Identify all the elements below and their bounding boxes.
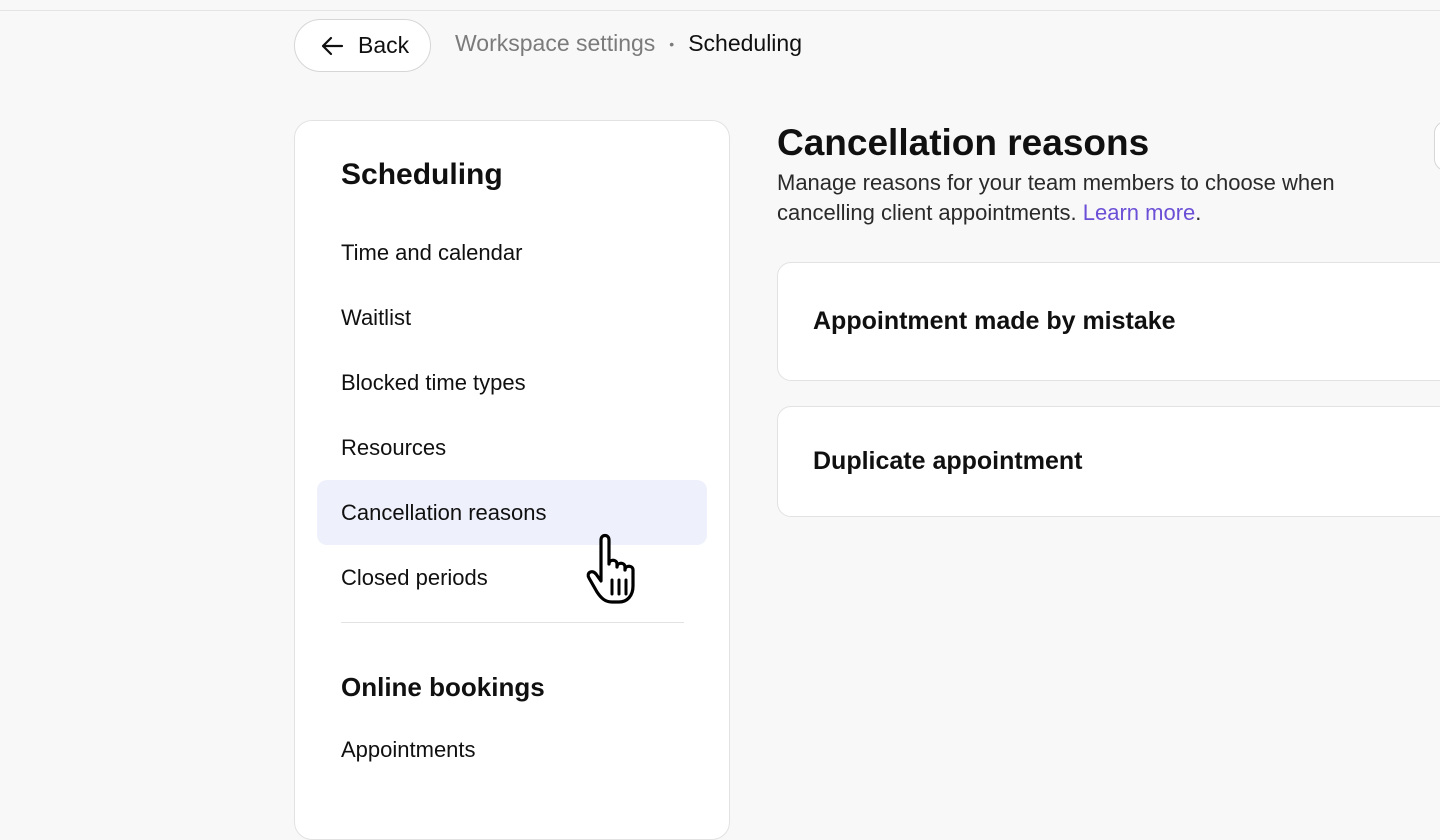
reason-label: Appointment made by mistake [813, 307, 1176, 335]
back-button-label: Back [358, 32, 410, 58]
arrow-left-icon [321, 36, 344, 55]
nav-divider [341, 622, 684, 623]
reason-label: Duplicate appointment [813, 447, 1083, 475]
nav-item-time-and-calendar[interactable]: Time and calendar [317, 220, 707, 285]
page-description: Manage reasons for your team members to … [777, 168, 1377, 228]
page-description-period: . [1195, 200, 1202, 225]
learn-more-link[interactable]: Learn more [1083, 200, 1196, 225]
nav-item-blocked-time-types[interactable]: Blocked time types [317, 350, 707, 415]
nav-section-heading-scheduling: Scheduling [341, 158, 503, 191]
reason-card[interactable]: Duplicate appointment [777, 406, 1440, 517]
nav-item-waitlist[interactable]: Waitlist [317, 285, 707, 350]
back-button[interactable]: Back [294, 19, 431, 72]
settings-nav-card: Scheduling Time and calendar Waitlist Bl… [294, 120, 730, 840]
nav-item-appointments[interactable]: Appointments [317, 717, 707, 782]
top-divider [0, 10, 1440, 11]
breadcrumb-separator: • [669, 35, 675, 52]
reason-card[interactable]: Appointment made by mistake [777, 262, 1440, 381]
breadcrumb-current: Scheduling [688, 30, 802, 56]
main-content: Cancellation reasons Manage reasons for … [777, 120, 1440, 228]
breadcrumb: Workspace settings • Scheduling [455, 30, 802, 57]
nav-item-cancellation-reasons[interactable]: Cancellation reasons [317, 480, 707, 545]
nav-item-closed-periods[interactable]: Closed periods [317, 545, 707, 610]
page-description-text: Manage reasons for your team members to … [777, 170, 1335, 225]
breadcrumb-workspace-settings[interactable]: Workspace settings [455, 30, 655, 57]
page-title: Cancellation reasons [777, 122, 1150, 163]
add-reason-button[interactable] [1434, 121, 1440, 171]
nav-item-resources[interactable]: Resources [317, 415, 707, 480]
nav-section-heading-online-bookings: Online bookings [341, 672, 545, 702]
